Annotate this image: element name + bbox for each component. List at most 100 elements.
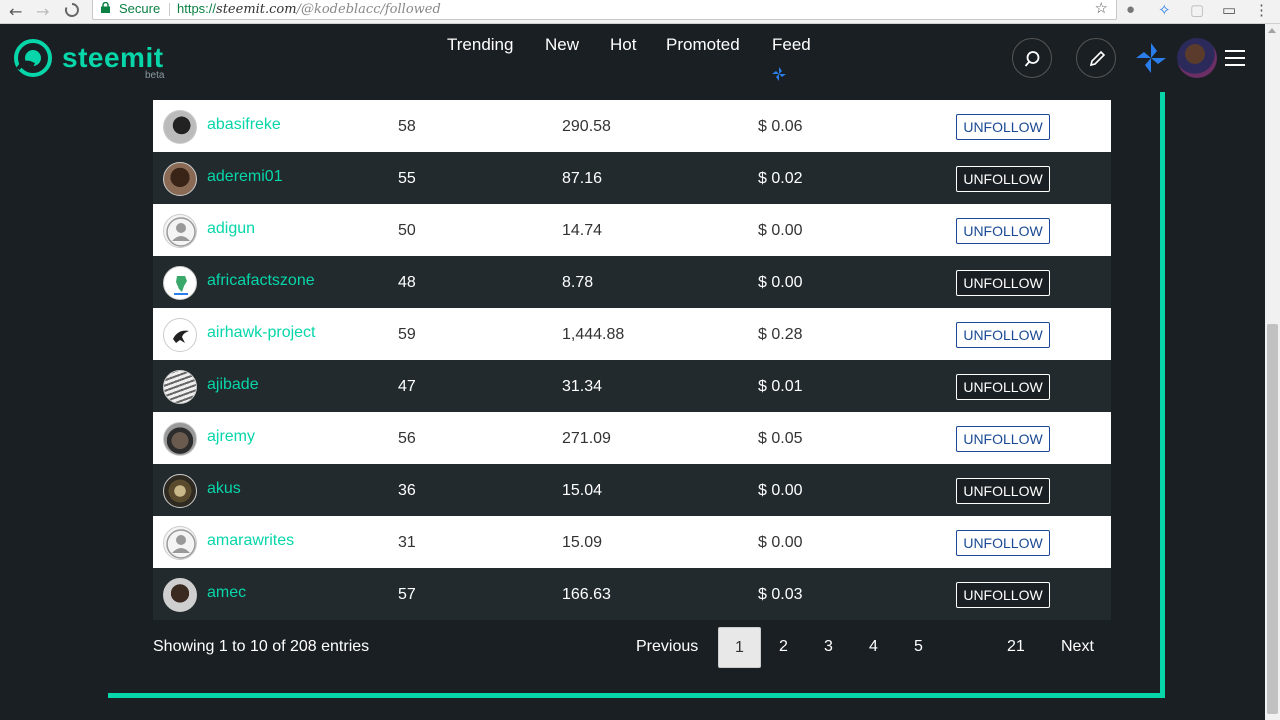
vote-value: $ 0.00: [758, 222, 803, 239]
steem-power: 271.09: [562, 430, 611, 447]
reputation: 31: [398, 534, 416, 551]
avatar[interactable]: [163, 578, 197, 612]
unfollow-button[interactable]: UNFOLLOW: [956, 270, 1050, 296]
username-link[interactable]: amec: [207, 584, 246, 602]
cast-icon[interactable]: ▭: [1222, 1, 1236, 19]
steem-power: 15.04: [562, 482, 603, 499]
table-row: adigun 50 14.74 $ 0.00 UNFOLLOW: [153, 204, 1111, 256]
address-bar[interactable]: Secure https://steemit.com/@kodeblacc/fo…: [92, 0, 1117, 20]
page-5-button[interactable]: 5: [914, 638, 923, 656]
pinwheel-app-icon[interactable]: [1134, 41, 1168, 75]
reputation: 47: [398, 378, 416, 395]
search-button[interactable]: [1012, 38, 1052, 78]
url-text: https://steemit.com/@kodeblacc/followed: [177, 1, 441, 17]
logo-beta: beta: [145, 70, 165, 81]
search-icon: [1024, 51, 1040, 67]
reputation: 50: [398, 222, 416, 239]
unfollow-button[interactable]: UNFOLLOW: [956, 218, 1050, 244]
scroll-up-arrow-icon[interactable]: [1268, 28, 1276, 33]
table-row: africafactszone 48 8.78 $ 0.00 UNFOLLOW: [153, 256, 1111, 308]
page-2-button[interactable]: 2: [779, 638, 788, 656]
avatar[interactable]: [163, 422, 197, 456]
accent-border-right: [1160, 92, 1165, 698]
avatar[interactable]: [163, 162, 197, 196]
page-3-button[interactable]: 3: [824, 638, 833, 656]
username-link[interactable]: ajremy: [207, 428, 255, 446]
africa-map-icon: [174, 276, 188, 295]
steem-power: 15.09: [562, 534, 603, 551]
avatar[interactable]: [163, 266, 197, 300]
table-row: akus 36 15.04 $ 0.00 UNFOLLOW: [153, 464, 1111, 516]
unfollow-button[interactable]: UNFOLLOW: [956, 166, 1050, 192]
username-link[interactable]: ajibade: [207, 376, 259, 394]
reputation: 36: [398, 482, 416, 499]
vote-value: $ 0.28: [758, 326, 803, 343]
avatar[interactable]: [163, 318, 197, 352]
avatar[interactable]: [163, 214, 197, 248]
lock-icon: [101, 2, 110, 13]
accent-border-bottom: [108, 693, 1165, 698]
avatar[interactable]: [163, 474, 197, 508]
extension-shield-icon[interactable]: ●: [1126, 1, 1135, 18]
vote-value: $ 0.00: [758, 274, 803, 291]
username-link[interactable]: amarawrites: [207, 532, 294, 550]
unfollow-button[interactable]: UNFOLLOW: [956, 322, 1050, 348]
write-post-button[interactable]: [1076, 38, 1116, 78]
default-user-icon: [166, 217, 196, 247]
username-link[interactable]: akus: [207, 480, 241, 498]
page-4-button[interactable]: 4: [869, 638, 878, 656]
nav-feed[interactable]: Feed: [772, 35, 811, 55]
unfollow-button[interactable]: UNFOLLOW: [956, 582, 1050, 608]
page-1-button[interactable]: 1: [718, 627, 761, 668]
reputation: 55: [398, 170, 416, 187]
reputation: 48: [398, 274, 416, 291]
nav-new[interactable]: New: [545, 35, 579, 55]
username-link[interactable]: aderemi01: [207, 168, 283, 186]
unfollow-button[interactable]: UNFOLLOW: [956, 114, 1050, 140]
username-link[interactable]: africafactszone: [207, 272, 315, 290]
vote-value: $ 0.03: [758, 586, 803, 603]
username-link[interactable]: airhawk-project: [207, 324, 315, 342]
site-header: steemit beta Trending New Hot Promoted F…: [0, 24, 1280, 91]
vote-value: $ 0.00: [758, 482, 803, 499]
vote-value: $ 0.01: [758, 378, 803, 395]
page-21-button[interactable]: 21: [1007, 638, 1025, 656]
page-scrollbar[interactable]: [1265, 24, 1280, 720]
avatar[interactable]: [163, 370, 197, 404]
avatar[interactable]: [163, 526, 197, 560]
unfollow-button[interactable]: UNFOLLOW: [956, 530, 1050, 556]
address-separator: [169, 3, 170, 16]
unfollow-button[interactable]: UNFOLLOW: [956, 426, 1050, 452]
unfollow-button[interactable]: UNFOLLOW: [956, 374, 1050, 400]
table-row: amec 57 166.63 $ 0.03 UNFOLLOW: [153, 568, 1111, 620]
user-avatar[interactable]: [1177, 38, 1217, 78]
hamburger-menu-icon[interactable]: [1225, 50, 1245, 66]
steem-power: 14.74: [562, 222, 603, 239]
nav-promoted[interactable]: Promoted: [666, 35, 740, 55]
previous-page-button[interactable]: Previous: [636, 638, 698, 656]
forward-arrow-icon[interactable]: →: [36, 2, 49, 21]
vote-value: $ 0.05: [758, 430, 803, 447]
steemit-logo-icon[interactable]: [14, 39, 52, 77]
bookmark-star-icon[interactable]: ☆: [1095, 0, 1108, 18]
unfollow-button[interactable]: UNFOLLOW: [956, 478, 1050, 504]
next-page-button[interactable]: Next: [1061, 638, 1094, 656]
loading-spinner-icon[interactable]: [64, 2, 80, 22]
nav-trending[interactable]: Trending: [447, 35, 513, 55]
pdf-extension-icon[interactable]: ▢: [1190, 1, 1204, 19]
pinwheel-extension-icon[interactable]: ✧: [1158, 1, 1171, 19]
menu-kebab-icon[interactable]: ⋮: [1254, 1, 1269, 19]
back-arrow-icon[interactable]: ←: [9, 2, 22, 21]
pinwheel-cursor-icon: [772, 67, 786, 81]
nav-hot[interactable]: Hot: [610, 35, 636, 55]
vote-value: $ 0.00: [758, 534, 803, 551]
scrollbar-thumb[interactable]: [1267, 324, 1278, 714]
reputation: 59: [398, 326, 416, 343]
username-link[interactable]: abasifreke: [207, 116, 281, 134]
hawk-logo-icon: [173, 330, 189, 343]
avatar[interactable]: [163, 110, 197, 144]
table-row: airhawk-project 59 1,444.88 $ 0.28 UNFOL…: [153, 308, 1111, 360]
followed-table: abasifreke 58 290.58 $ 0.06 UNFOLLOW ade…: [153, 100, 1111, 620]
table-row: aderemi01 55 87.16 $ 0.02 UNFOLLOW: [153, 152, 1111, 204]
username-link[interactable]: adigun: [207, 220, 255, 238]
